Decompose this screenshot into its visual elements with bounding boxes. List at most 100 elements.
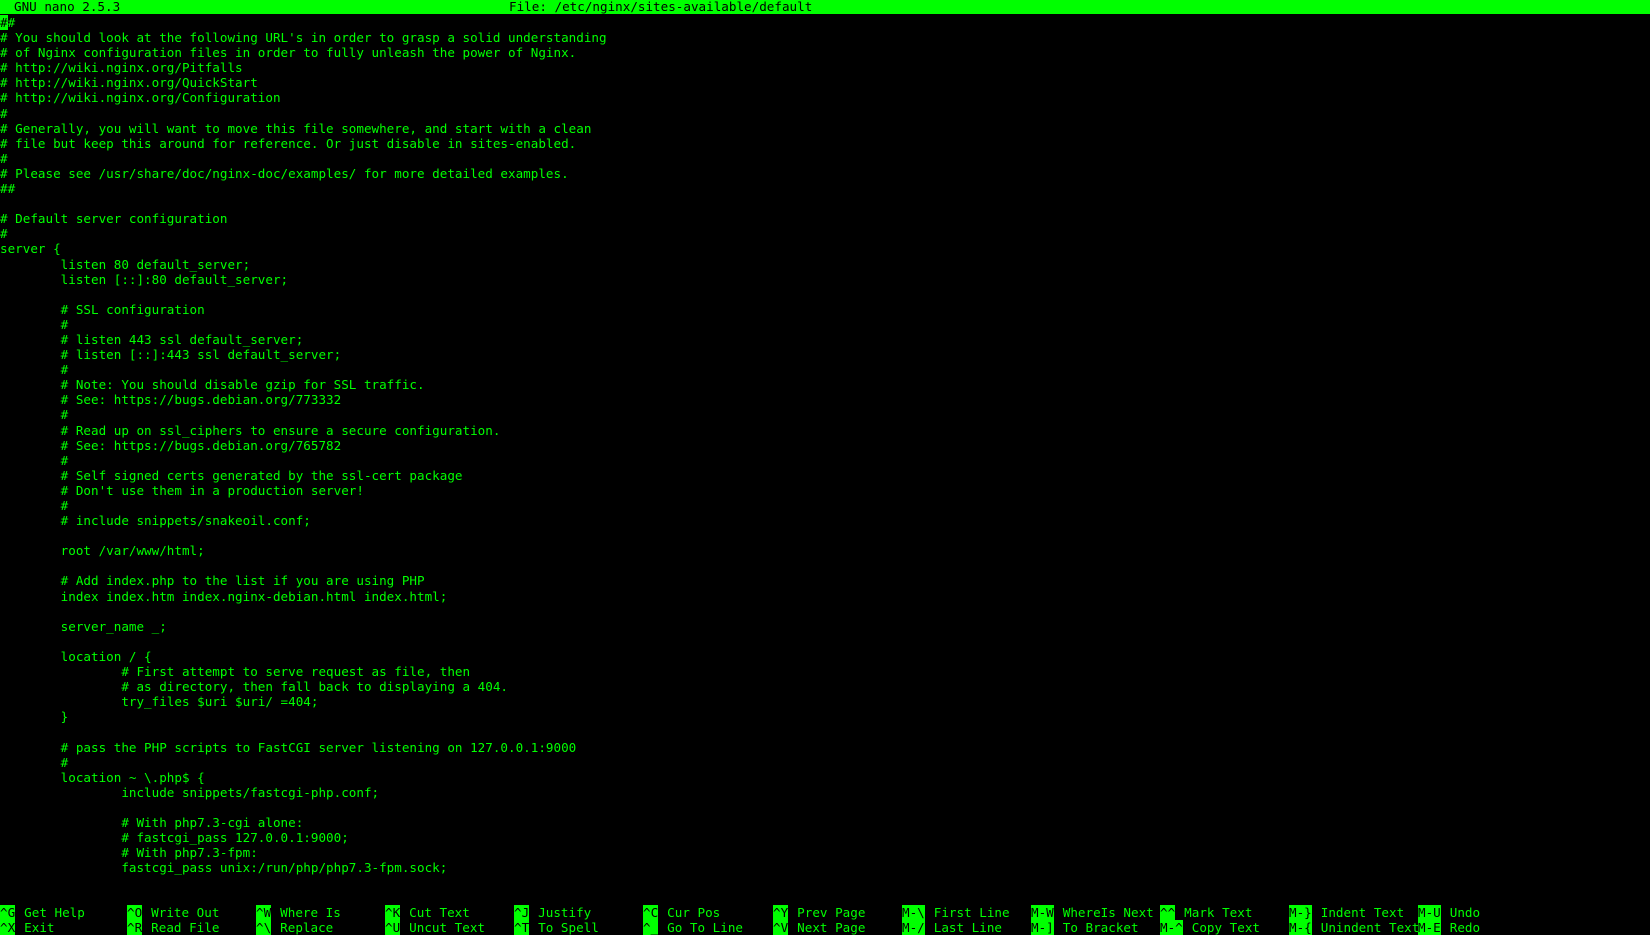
shortcut-key: ^T xyxy=(514,920,530,935)
editor-line: # Self signed certs generated by the ssl… xyxy=(0,467,463,483)
title-bar: GNU nano 2.5.3 File: /etc/nginx/sites-av… xyxy=(0,0,1650,14)
editor-line: # xyxy=(0,498,69,513)
editor-line: # listen [::]:443 ssl default_server; xyxy=(0,347,342,363)
shortcut-key: ^^ xyxy=(1160,905,1176,920)
shortcut-item[interactable]: M-E Redo xyxy=(1418,920,1480,935)
shortcut-item[interactable]: ^T To Spell xyxy=(514,920,599,935)
shortcut-key: M-/ xyxy=(902,920,925,935)
shortcut-item[interactable]: ^G Get Help xyxy=(0,905,85,920)
shortcut-bar: ^G Get Help ^X Exit ^O Write Out ^R Read File ^W… xyxy=(0,905,1650,935)
shortcut-key: ^G xyxy=(0,905,16,920)
editor-line: # xyxy=(0,362,69,378)
shortcut-key: ^\ xyxy=(256,920,272,935)
editor-line: # With php7.3-fpm: xyxy=(0,845,258,861)
editor-line: # xyxy=(0,150,8,166)
shortcut-item[interactable]: ^O Write Out xyxy=(127,905,219,920)
shortcut-label: To Spell xyxy=(538,920,599,935)
shortcut-key: M-E xyxy=(1418,920,1441,935)
shortcut-label: First Line xyxy=(933,905,1010,920)
shortcut-item[interactable]: ^V Next Page xyxy=(773,920,865,935)
editor-line: # Generally, you will want to move this … xyxy=(0,120,592,136)
editor-line: listen [::]:80 default_server; xyxy=(0,271,289,287)
editor-line: # http://wiki.nginx.org/QuickStart xyxy=(0,75,258,91)
shortcut-item[interactable]: M-/ Last Line xyxy=(902,920,1002,935)
editor-line: # xyxy=(0,316,69,332)
shortcut-item[interactable]: M-] To Bracket xyxy=(1031,920,1139,935)
shortcut-item[interactable]: ^C Cur Pos xyxy=(643,905,720,920)
shortcut-item[interactable]: ^_ Go To Line xyxy=(643,920,743,935)
shortcut-key: M-{ xyxy=(1289,920,1312,935)
editor-line: # of Nginx configuration files in order … xyxy=(0,45,577,61)
shortcut-key: M-} xyxy=(1289,905,1312,920)
shortcut-key: ^V xyxy=(773,920,789,935)
shortcut-key: ^W xyxy=(256,905,272,920)
shortcut-label: Cur Pos xyxy=(667,905,721,920)
shortcut-label: Write Out xyxy=(151,905,220,920)
editor-line: # See: https://bugs.debian.org/773332 xyxy=(0,392,342,408)
shortcut-key: M-] xyxy=(1031,920,1054,935)
shortcut-item[interactable]: ^J Justify xyxy=(514,905,591,920)
shortcut-label: Mark Text xyxy=(1184,905,1253,920)
shortcut-item[interactable]: ^Y Prev Page xyxy=(773,905,865,920)
shortcut-item[interactable]: ^U Uncut Text xyxy=(385,920,485,935)
shortcut-key: M-^ xyxy=(1160,920,1183,935)
shortcut-item[interactable]: M-{Unindent Text xyxy=(1289,920,1419,935)
editor-line: # Don't use them in a production server! xyxy=(0,482,364,498)
shortcut-item[interactable]: ^\ Replace xyxy=(256,920,333,935)
shortcut-key: ^X xyxy=(0,920,16,935)
editor-line: # Note: You should disable gzip for SSL … xyxy=(0,377,425,393)
shortcut-item[interactable]: M-W WhereIs Next xyxy=(1031,905,1154,920)
editor-line: # xyxy=(0,105,8,121)
shortcut-item[interactable]: M-\ First Line xyxy=(902,905,1010,920)
shortcut-item[interactable]: ^W Where Is xyxy=(256,905,341,920)
shortcut-label: WhereIs Next xyxy=(1062,905,1154,920)
editor-line: # Default server configuration xyxy=(0,211,228,227)
shortcut-key: M-W xyxy=(1031,905,1054,920)
shortcut-item[interactable]: ^^ Mark Text xyxy=(1160,905,1252,920)
shortcut-label: Copy Text xyxy=(1191,920,1260,935)
editor-text-area[interactable]: ## # You should look at the following UR… xyxy=(0,15,1650,887)
editor-line: # Read up on ssl_ciphers to ensure a sec… xyxy=(0,422,501,438)
editor-line: listen 80 default_server; xyxy=(0,256,251,272)
shortcut-item[interactable]: M-} Indent Text xyxy=(1289,905,1404,920)
editor-line-text: # xyxy=(7,15,16,30)
editor-line: include snippets/fastcgi-php.conf; xyxy=(0,784,380,800)
shortcut-label: Replace xyxy=(280,920,334,935)
shortcut-key: M-\ xyxy=(902,905,925,920)
editor-line: # include snippets/snakeoil.conf; xyxy=(0,513,311,529)
shortcut-key: ^J xyxy=(514,905,530,920)
shortcut-label: Justify xyxy=(538,905,592,920)
editor-line: # Please see /usr/share/doc/nginx-doc/ex… xyxy=(0,165,569,181)
shortcut-label: Indent Text xyxy=(1320,905,1405,920)
editor-line: server { xyxy=(0,241,61,257)
shortcut-label: Cut Text xyxy=(409,905,470,920)
editor-line: root /var/www/html; xyxy=(0,543,205,559)
editor-line: # http://wiki.nginx.org/Configuration xyxy=(0,90,281,106)
editor-version: GNU nano 2.5.3 xyxy=(14,0,121,14)
editor-line: # First attempt to serve request as file… xyxy=(0,664,471,680)
shortcut-item[interactable]: ^K Cut Text xyxy=(385,905,470,920)
editor-line: ## xyxy=(0,181,16,197)
shortcut-item[interactable]: ^X Exit xyxy=(0,920,55,935)
shortcut-key: ^_ xyxy=(643,920,659,935)
shortcut-item[interactable]: M-^ Copy Text xyxy=(1160,920,1260,935)
shortcut-label: To Bracket xyxy=(1062,920,1139,935)
editor-line: # xyxy=(0,226,8,242)
editor-line: try_files $uri $uri/ =404; xyxy=(0,694,319,710)
editor-line: # xyxy=(0,754,69,770)
shortcut-key: ^K xyxy=(385,905,401,920)
editor-line: # file but keep this around for referenc… xyxy=(0,135,577,151)
shortcut-label: Where Is xyxy=(280,905,341,920)
editor-line: # xyxy=(0,452,69,468)
shortcut-item[interactable]: M-U Undo xyxy=(1418,905,1480,920)
shortcut-label: Get Help xyxy=(24,905,85,920)
editor-line: # xyxy=(0,407,69,423)
shortcut-item[interactable]: ^R Read File xyxy=(127,920,219,935)
shortcut-key: ^R xyxy=(127,920,143,935)
